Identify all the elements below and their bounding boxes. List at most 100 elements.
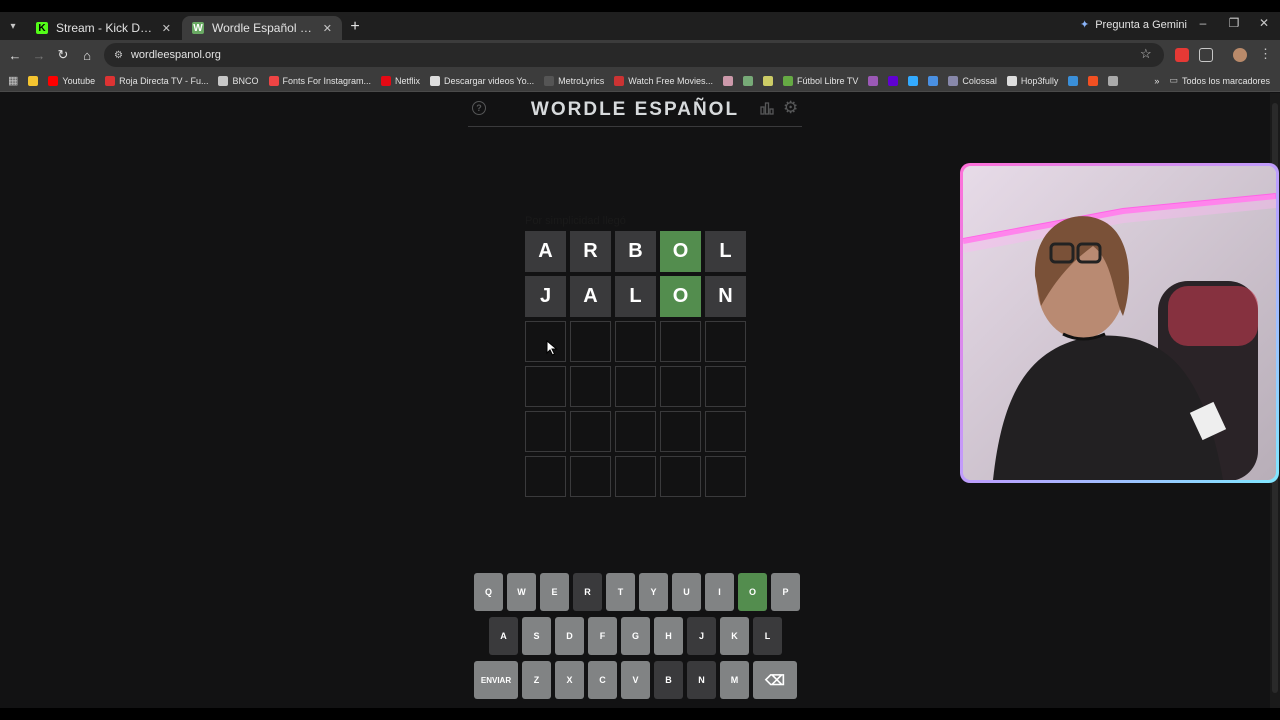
board-tile <box>615 366 656 407</box>
minimize-icon[interactable]: – <box>1192 16 1214 30</box>
reload-icon[interactable]: ↻ <box>54 46 72 64</box>
bookmark-item[interactable] <box>1083 75 1103 86</box>
key-t[interactable]: T <box>606 573 635 611</box>
new-tab-icon[interactable]: + <box>345 17 365 37</box>
bookmark-star-icon[interactable]: ☆ <box>1140 46 1152 62</box>
key-a[interactable]: A <box>489 617 518 655</box>
key-r[interactable]: R <box>573 573 602 611</box>
bookmark-item[interactable] <box>903 75 923 86</box>
bookmark-item[interactable]: Fonts For Instagram... <box>264 75 377 86</box>
hidden-message: Por simplicidad llegó <box>525 215 626 227</box>
address-bar[interactable]: ⚙ wordleespanol.org <box>104 43 1164 67</box>
bookmark-icon <box>868 75 879 86</box>
back-icon[interactable]: ← <box>6 46 24 64</box>
key-j[interactable]: J <box>687 617 716 655</box>
key-h[interactable]: H <box>654 617 683 655</box>
key-o[interactable]: O <box>738 573 767 611</box>
gemini-button[interactable]: ✦ Pregunta a Gemini <box>1080 18 1187 32</box>
close-icon[interactable]: ✕ <box>162 22 171 35</box>
key-d[interactable]: D <box>555 617 584 655</box>
board-tile: J <box>525 276 566 317</box>
bookmark-item[interactable] <box>23 75 43 86</box>
bookmark-label: Youtube <box>62 75 96 86</box>
more-menu-icon[interactable]: ⋮ <box>1259 46 1272 62</box>
bookmark-item[interactable]: Hop3fully <box>1002 75 1064 86</box>
bookmark-label: Descargar videos Yo... <box>444 75 535 86</box>
avatar[interactable] <box>1233 48 1247 62</box>
metrolyrics-icon <box>544 75 555 86</box>
bookmark-icon <box>908 75 919 86</box>
more-bookmarks-icon[interactable]: » <box>1149 76 1164 86</box>
key-w[interactable]: W <box>507 573 536 611</box>
apps-icon[interactable]: ▦ <box>0 74 23 87</box>
bookmark-item[interactable]: Watch Free Movies... <box>609 75 718 86</box>
tab-title: Stream - Kick Dashboard <box>56 21 154 35</box>
fonts-icon <box>268 75 279 86</box>
bookmark-item[interactable] <box>1063 75 1083 86</box>
bookmark-label: Hop3fully <box>1020 75 1059 86</box>
key-u[interactable]: U <box>672 573 701 611</box>
hop-icon <box>1006 75 1017 86</box>
key-m[interactable]: M <box>720 661 749 699</box>
home-icon[interactable]: ⌂ <box>78 46 96 64</box>
bookmark-item[interactable]: Descargar videos Yo... <box>425 75 539 86</box>
all-bookmarks[interactable]: ▭ Todos los marcadores <box>1164 75 1280 86</box>
tab-kick-dashboard[interactable]: K Stream - Kick Dashboard ✕ <box>26 16 181 40</box>
site-info-icon[interactable]: ⚙ <box>114 50 123 61</box>
extension-icon[interactable] <box>1175 48 1189 62</box>
key-p[interactable]: P <box>771 573 800 611</box>
key-e[interactable]: E <box>540 573 569 611</box>
key-q[interactable]: Q <box>474 573 503 611</box>
key-n[interactable]: N <box>687 661 716 699</box>
key-i[interactable]: I <box>705 573 734 611</box>
close-icon[interactable]: ✕ <box>323 22 332 35</box>
window-close-icon[interactable]: ✕ <box>1253 16 1275 30</box>
bookmark-label: BNCO <box>232 75 259 86</box>
streamer-video-image <box>963 166 1276 480</box>
folder-icon: ▭ <box>1169 75 1178 85</box>
key-f[interactable]: F <box>588 617 617 655</box>
key-v[interactable]: V <box>621 661 650 699</box>
bookmark-item[interactable] <box>738 75 758 86</box>
key-s[interactable]: S <box>522 617 551 655</box>
bookmark-item[interactable] <box>923 75 943 86</box>
forward-icon[interactable]: → <box>30 46 48 64</box>
bookmark-item[interactable]: Netflix <box>376 75 425 86</box>
bookmark-item[interactable] <box>863 75 883 86</box>
enter-key[interactable]: ENVIAR <box>474 661 518 699</box>
bookmark-item[interactable] <box>1103 75 1123 86</box>
key-l[interactable]: L <box>753 617 782 655</box>
bookmark-item[interactable]: Colossal <box>943 75 1002 86</box>
bookmark-item[interactable] <box>883 75 903 86</box>
tab-search-icon[interactable]: ▾ <box>4 16 22 36</box>
bookmark-item[interactable]: BNCO <box>213 75 263 86</box>
bookmark-label: Watch Free Movies... <box>628 75 713 86</box>
board-tile <box>525 411 566 452</box>
restore-icon[interactable]: ❐ <box>1223 16 1245 30</box>
bookmark-item[interactable]: Youtube <box>43 75 100 86</box>
extensions-puzzle-icon[interactable] <box>1199 48 1213 62</box>
board-tile <box>705 456 746 497</box>
key-k[interactable]: K <box>720 617 749 655</box>
bookmark-item[interactable]: Roja Directa TV - Fu... <box>100 75 213 86</box>
bookmark-item[interactable] <box>718 75 738 86</box>
key-z[interactable]: Z <box>522 661 551 699</box>
youtube-icon <box>48 75 59 86</box>
bookmark-item[interactable]: MetroLyrics <box>539 75 609 86</box>
bookmark-item[interactable]: Fútbol Libre TV <box>778 75 863 86</box>
board-tile: L <box>705 231 746 272</box>
key-b[interactable]: B <box>654 661 683 699</box>
stats-icon[interactable] <box>760 101 774 115</box>
key-g[interactable]: G <box>621 617 650 655</box>
key-y[interactable]: Y <box>639 573 668 611</box>
key-c[interactable]: C <box>588 661 617 699</box>
bookmark-item[interactable] <box>758 75 778 86</box>
bookmark-label: MetroLyrics <box>558 75 605 86</box>
tab-wordle[interactable]: W Wordle Español - Wordle ilimitado ✕ <box>182 16 342 40</box>
gemini-icon: ✦ <box>1080 19 1090 31</box>
backspace-key[interactable]: ⌫ <box>753 661 797 699</box>
board-tile: A <box>525 231 566 272</box>
yahoo-icon <box>888 75 899 86</box>
key-x[interactable]: X <box>555 661 584 699</box>
settings-gear-icon[interactable]: ⚙ <box>783 99 798 116</box>
